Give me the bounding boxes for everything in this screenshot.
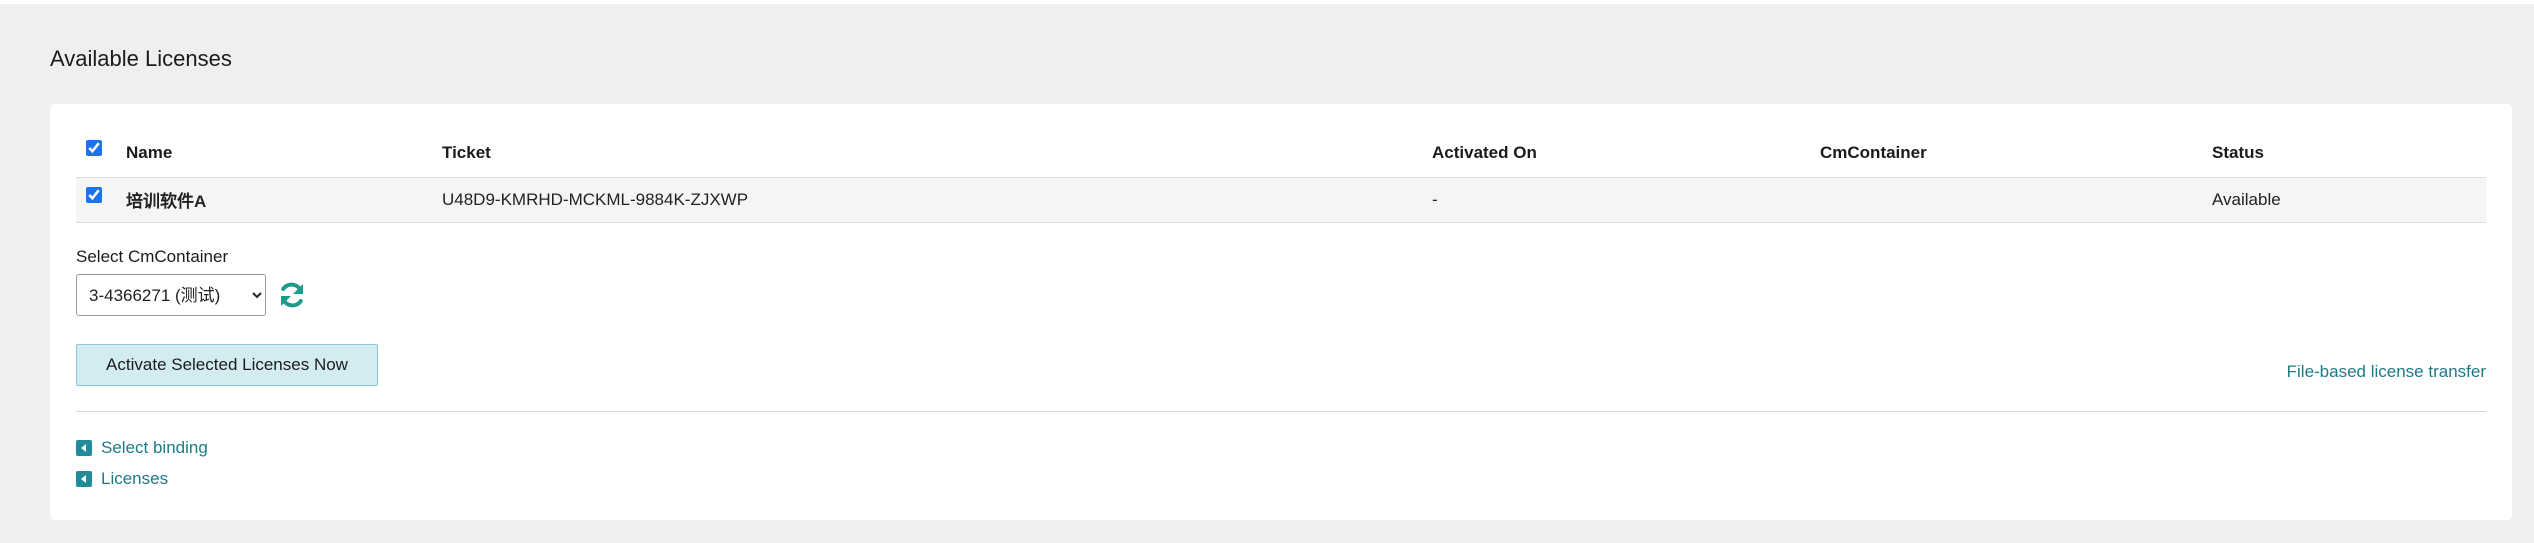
row-checkbox[interactable] xyxy=(86,187,102,203)
divider xyxy=(76,411,2486,412)
select-binding-link[interactable]: Select binding xyxy=(76,438,208,458)
header-name[interactable]: Name xyxy=(126,129,442,178)
file-based-transfer-link[interactable]: File-based license transfer xyxy=(2287,362,2486,382)
license-status: Available xyxy=(2212,177,2486,223)
select-all-cell xyxy=(76,129,126,178)
row-select-cell xyxy=(76,177,126,223)
refresh-icon[interactable] xyxy=(276,279,308,311)
licenses-link[interactable]: Licenses xyxy=(76,469,168,489)
table-row[interactable]: 培训软件A U48D9-KMRHD-MCKML-9884K-ZJXWP - Av… xyxy=(76,177,2486,223)
license-activated-on: - xyxy=(1432,177,1820,223)
caret-left-icon xyxy=(76,471,92,487)
page-title: Available Licenses xyxy=(50,46,232,71)
select-all-checkbox[interactable] xyxy=(86,140,102,157)
header-activated-on[interactable]: Activated On xyxy=(1432,129,1820,178)
header-ticket[interactable]: Ticket xyxy=(442,129,1432,178)
cmcontainer-select[interactable]: 3-4366271 (测试) xyxy=(76,274,266,316)
select-cmcontainer-label: Select CmContainer xyxy=(76,247,229,266)
caret-left-icon xyxy=(76,440,92,456)
select-binding-label: Select binding xyxy=(101,438,208,457)
top-border xyxy=(0,0,2534,4)
license-cmcontainer xyxy=(1820,177,2212,223)
header-status[interactable]: Status xyxy=(2212,129,2486,178)
activate-licenses-button[interactable]: Activate Selected Licenses Now xyxy=(76,344,378,386)
licenses-label: Licenses xyxy=(101,469,169,488)
header-cmcontainer[interactable]: CmContainer xyxy=(1820,129,2212,178)
table-header-row: Name Ticket Activated On CmContainer Sta… xyxy=(76,129,2486,178)
licenses-card: Name Ticket Activated On CmContainer Sta… xyxy=(50,104,2512,520)
license-name: 培训软件A xyxy=(126,177,442,223)
license-ticket: U48D9-KMRHD-MCKML-9884K-ZJXWP xyxy=(442,177,1432,223)
licenses-table: Name Ticket Activated On CmContainer Sta… xyxy=(76,129,2486,223)
